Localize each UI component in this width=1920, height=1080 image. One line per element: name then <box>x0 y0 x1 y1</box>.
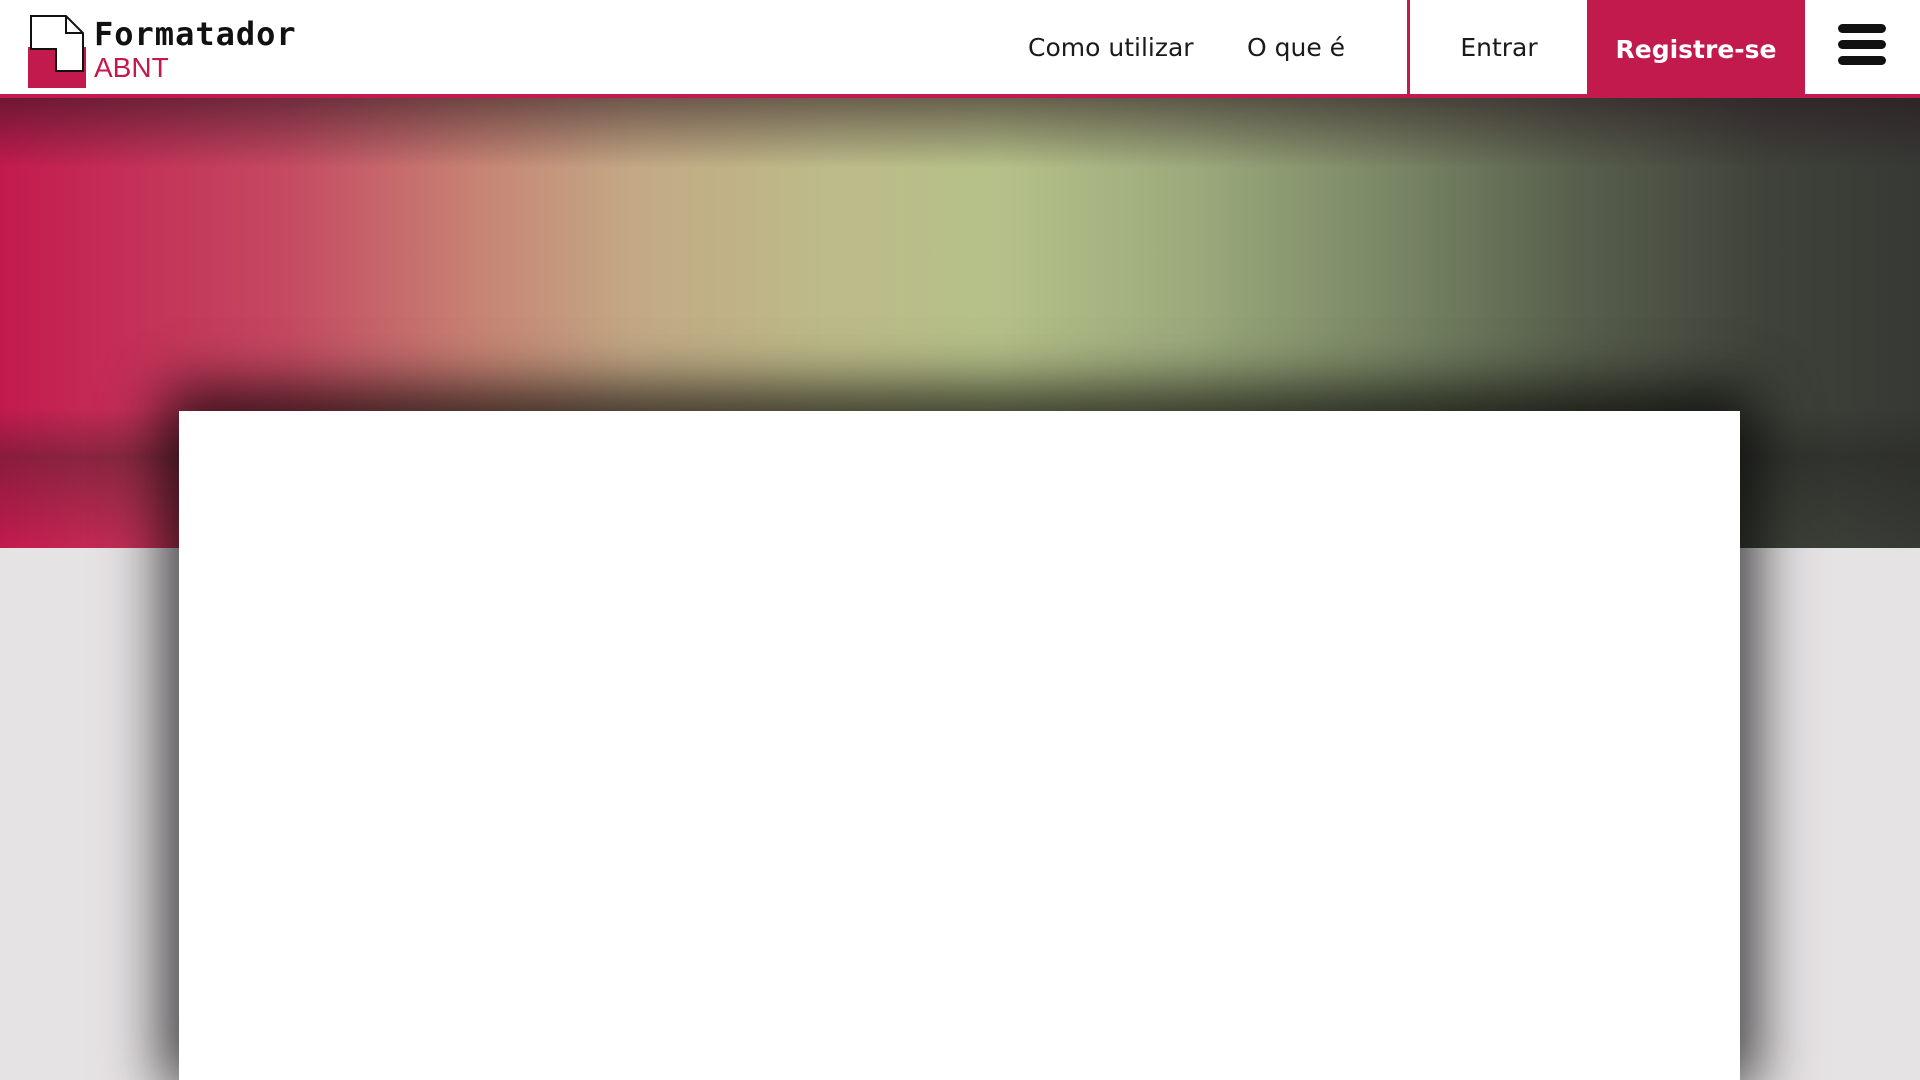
site-header: Formatador ABNT Como utilizar O que é En… <box>0 0 1920 98</box>
nav-como-utilizar[interactable]: Como utilizar <box>1028 0 1194 94</box>
menu-bar <box>1838 56 1886 65</box>
logo-subtitle: ABNT <box>94 52 169 83</box>
logo-link[interactable]: Formatador ABNT <box>28 13 328 88</box>
registre-se-button[interactable]: Registre-se <box>1587 0 1805 98</box>
nav-o-que-e[interactable]: O que é <box>1247 0 1345 94</box>
document-logo-icon <box>28 15 86 88</box>
menu-bar <box>1838 40 1886 49</box>
hero-shadow <box>0 98 1920 168</box>
main-content-card <box>179 411 1740 1080</box>
entrar-button[interactable]: Entrar <box>1410 0 1588 94</box>
logo-title: Formatador <box>94 15 297 53</box>
menu-bar <box>1838 24 1886 33</box>
hamburger-menu-icon[interactable] <box>1838 24 1886 72</box>
